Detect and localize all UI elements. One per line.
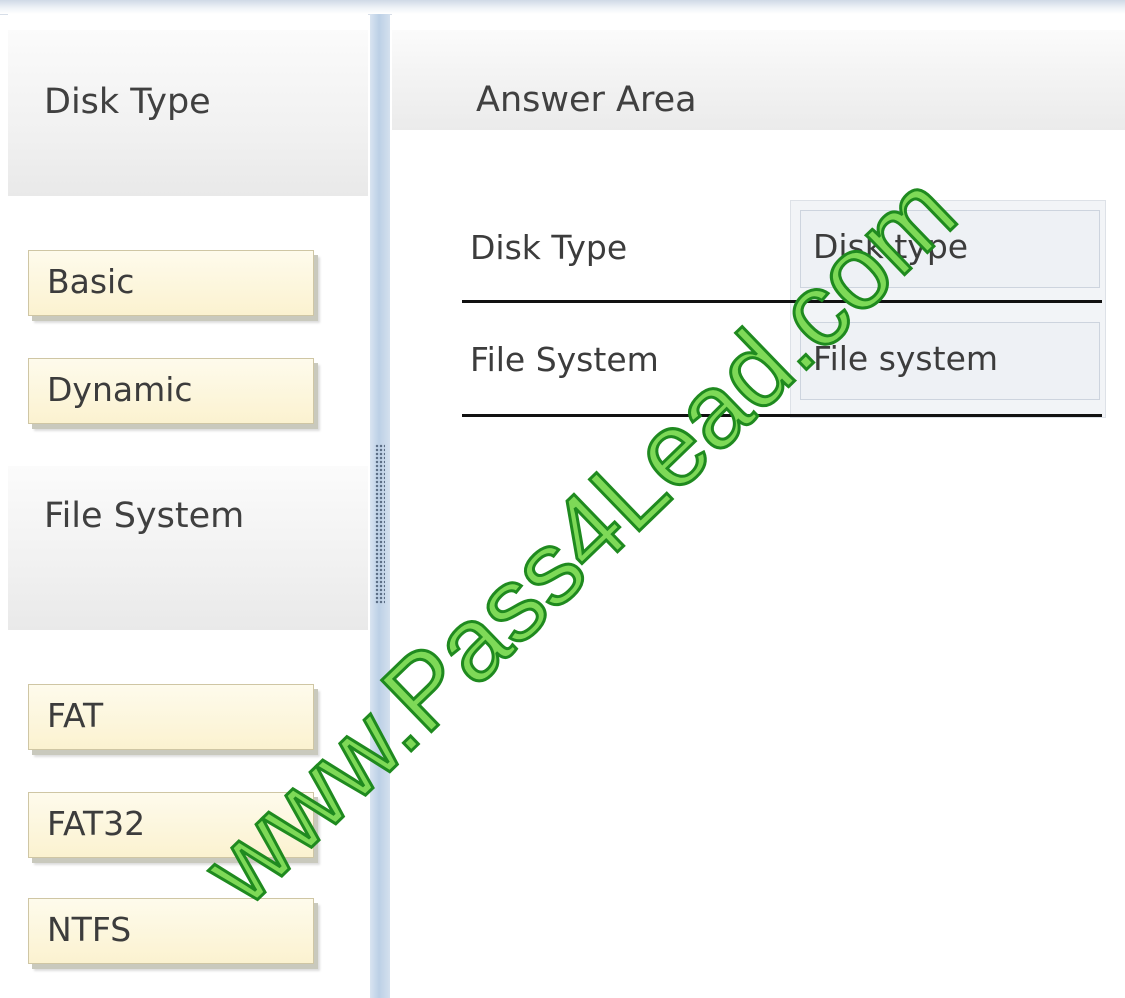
drop-target-label: Disk type	[813, 227, 969, 266]
drag-item-ntfs[interactable]: NTFS	[28, 898, 314, 964]
drop-target-file-system[interactable]: File system	[800, 322, 1100, 400]
drag-item-label: Basic	[47, 262, 135, 301]
answer-panel: Answer Area Disk Type Disk type File Sys…	[392, 14, 1125, 998]
window-top-border	[0, 0, 1125, 15]
disk-type-section-title: Disk Type	[44, 82, 211, 122]
drag-item-dynamic[interactable]: Dynamic	[28, 358, 314, 424]
disk-type-section-header: Disk Type	[8, 30, 368, 196]
source-panel: Disk Type Basic Dynamic File System FAT …	[8, 14, 368, 998]
file-system-section-title: File System	[44, 496, 245, 536]
drop-target-label: File system	[813, 339, 999, 378]
drag-item-label: FAT	[47, 696, 104, 735]
drag-item-label: Dynamic	[47, 370, 193, 409]
answer-row-label-disk-type: Disk Type	[470, 228, 628, 267]
drag-item-label: FAT32	[47, 804, 146, 843]
file-system-section-header: File System	[8, 466, 368, 630]
answer-area-title: Answer Area	[476, 80, 697, 120]
drag-item-label: NTFS	[47, 910, 132, 949]
splitter-grip-icon[interactable]	[375, 444, 385, 604]
drop-target-disk-type[interactable]: Disk type	[800, 210, 1100, 288]
answer-row-divider	[462, 300, 1102, 303]
panel-splitter[interactable]	[370, 14, 390, 998]
drag-item-basic[interactable]: Basic	[28, 250, 314, 316]
answer-row-label-file-system: File System	[470, 340, 659, 379]
drag-item-fat[interactable]: FAT	[28, 684, 314, 750]
answer-row-divider	[462, 414, 1102, 417]
answer-area-header: Answer Area	[392, 30, 1125, 130]
drag-item-fat32[interactable]: FAT32	[28, 792, 314, 858]
